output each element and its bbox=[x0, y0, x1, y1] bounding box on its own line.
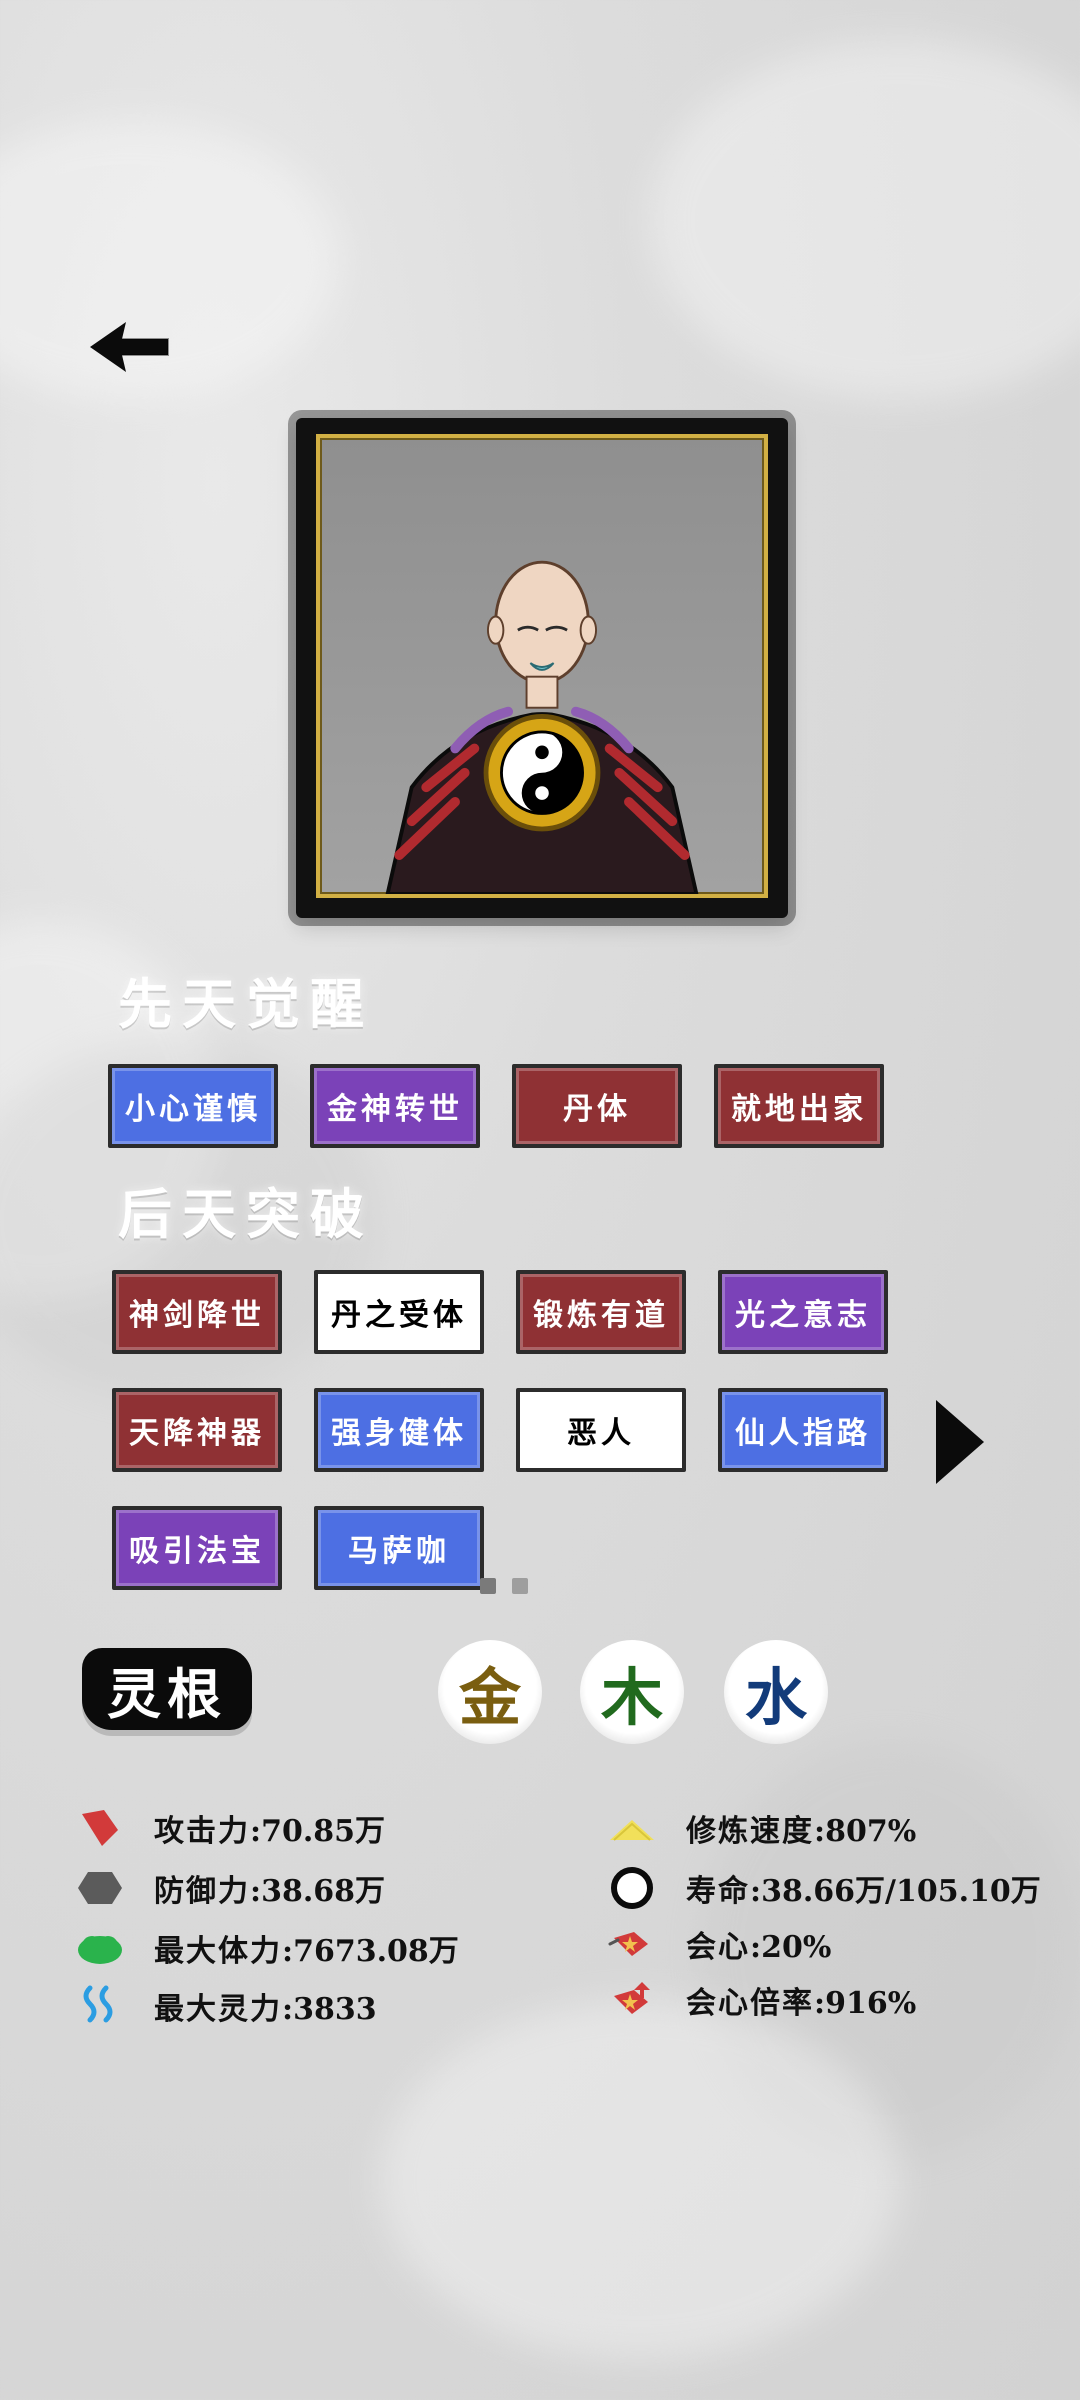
stat-critical-value: :20% bbox=[750, 1930, 832, 1965]
stat-attack-label: 攻击力 bbox=[154, 1814, 250, 1849]
trait-label: 小心谨慎 bbox=[125, 1092, 261, 1127]
lingen-badge: 灵根 bbox=[82, 1648, 252, 1730]
stat-max-health-text: 最大体力:7673.08万 bbox=[154, 1926, 459, 1970]
innate-trait[interactable]: 丹体 bbox=[512, 1064, 682, 1148]
cultivation-speed-icon bbox=[604, 1800, 660, 1856]
stat-critical-multiplier-value: :916% bbox=[814, 1986, 917, 2021]
acquired-trait[interactable]: 光之意志 bbox=[718, 1270, 888, 1354]
trait-label: 强身健体 bbox=[331, 1416, 467, 1451]
trait-label: 吸引法宝 bbox=[129, 1534, 265, 1569]
trait-label: 恶人 bbox=[567, 1416, 635, 1451]
stat-lifespan-value: :38.66万/105.10万 bbox=[750, 1874, 1041, 1909]
stat-max-health-value: :7673.08万 bbox=[282, 1934, 459, 1969]
section-title-acquired: 后天突破 bbox=[118, 1182, 374, 1246]
stat-max-spirit-text: 最大灵力:3833 bbox=[154, 1984, 377, 2028]
stat-defense-value: :38.68万 bbox=[250, 1874, 386, 1909]
acquired-trait[interactable]: 神剑降世 bbox=[112, 1270, 282, 1354]
acquired-trait[interactable]: 恶人 bbox=[516, 1388, 686, 1472]
max-health-icon bbox=[72, 1920, 128, 1976]
element-metal-char: 金 bbox=[458, 1661, 521, 1734]
character-illustration bbox=[385, 560, 699, 894]
innate-trait[interactable]: 就地出家 bbox=[714, 1064, 884, 1148]
innate-trait[interactable]: 金神转世 bbox=[310, 1064, 480, 1148]
trait-label: 天降神器 bbox=[129, 1416, 265, 1451]
critical-icon bbox=[604, 1916, 660, 1972]
lingen-label: 灵根 bbox=[107, 1661, 227, 1726]
stat-attack-text: 攻击力:70.85万 bbox=[154, 1806, 385, 1850]
trait-label: 丹之受体 bbox=[331, 1298, 467, 1333]
stat-defense-label: 防御力 bbox=[154, 1874, 250, 1909]
pager-dots bbox=[480, 1578, 528, 1594]
trait-label: 马萨咖 bbox=[348, 1534, 450, 1569]
chevron-right-icon bbox=[936, 1400, 984, 1484]
element-wood-char: 木 bbox=[600, 1661, 663, 1734]
acquired-trait[interactable]: 吸引法宝 bbox=[112, 1506, 282, 1590]
stat-lifespan-text: 寿命:38.66万/105.10万 bbox=[686, 1866, 1041, 1910]
trait-label: 锻炼有道 bbox=[533, 1298, 669, 1333]
stat-lifespan: 寿命:38.66万/105.10万 bbox=[604, 1860, 1041, 1916]
stat-attack-value: :70.85万 bbox=[250, 1814, 386, 1849]
stat-max-spirit-label: 最大灵力 bbox=[154, 1992, 282, 2027]
trait-label: 丹体 bbox=[563, 1092, 631, 1127]
acquired-trait[interactable]: 天降神器 bbox=[112, 1388, 282, 1472]
stat-max-health-label: 最大体力 bbox=[154, 1934, 282, 1969]
pager-dot-2 bbox=[512, 1578, 528, 1594]
back-arrow-icon bbox=[90, 322, 169, 372]
stat-critical-text: 会心:20% bbox=[686, 1922, 831, 1966]
section-title-innate: 先天觉醒 bbox=[118, 972, 374, 1036]
stat-defense-text: 防御力:38.68万 bbox=[154, 1866, 385, 1910]
character-portrait-frame bbox=[296, 418, 788, 918]
stat-cultivation-speed-label: 修炼速度 bbox=[686, 1814, 814, 1849]
element-orb-metal: 金 bbox=[438, 1640, 542, 1744]
trait-label: 光之意志 bbox=[735, 1298, 871, 1333]
back-button[interactable] bbox=[82, 312, 172, 382]
stat-critical: 会心:20% bbox=[604, 1916, 831, 1972]
trait-label: 金神转世 bbox=[327, 1092, 463, 1127]
stat-cultivation-speed: 修炼速度:807% bbox=[604, 1800, 916, 1856]
trait-label: 就地出家 bbox=[731, 1092, 867, 1127]
stat-max-health: 最大体力:7673.08万 bbox=[72, 1920, 459, 1976]
attack-icon bbox=[72, 1800, 128, 1856]
stat-lifespan-label: 寿命 bbox=[686, 1874, 750, 1909]
element-orb-wood: 木 bbox=[580, 1640, 684, 1744]
max-spirit-icon bbox=[72, 1978, 128, 2034]
stat-critical-multiplier-text: 会心倍率:916% bbox=[686, 1978, 916, 2022]
stat-critical-label: 会心 bbox=[686, 1930, 750, 1965]
stat-attack: 攻击力:70.85万 bbox=[72, 1800, 385, 1856]
innate-trait[interactable]: 小心谨慎 bbox=[108, 1064, 278, 1148]
critical-multiplier-icon bbox=[604, 1972, 660, 2028]
background-cloud bbox=[380, 2000, 900, 2360]
trait-label: 仙人指路 bbox=[735, 1416, 871, 1451]
stat-max-spirit-value: :3833 bbox=[282, 1992, 377, 2027]
next-page-button[interactable] bbox=[930, 1392, 990, 1492]
stat-critical-multiplier: 会心倍率:916% bbox=[604, 1972, 916, 2028]
element-water-char: 水 bbox=[744, 1661, 807, 1734]
acquired-trait[interactable]: 马萨咖 bbox=[314, 1506, 484, 1590]
trait-label: 神剑降世 bbox=[129, 1298, 265, 1333]
stat-max-spirit: 最大灵力:3833 bbox=[72, 1978, 377, 2034]
character-portrait bbox=[316, 434, 768, 898]
acquired-trait[interactable]: 丹之受体 bbox=[314, 1270, 484, 1354]
defense-icon bbox=[72, 1860, 128, 1916]
acquired-trait[interactable]: 锻炼有道 bbox=[516, 1270, 686, 1354]
lifespan-icon bbox=[604, 1860, 660, 1916]
acquired-trait[interactable]: 强身健体 bbox=[314, 1388, 484, 1472]
background-cloud bbox=[650, 40, 1080, 400]
acquired-trait[interactable]: 仙人指路 bbox=[718, 1388, 888, 1472]
element-orb-water: 水 bbox=[724, 1640, 828, 1744]
stat-critical-multiplier-label: 会心倍率 bbox=[686, 1986, 814, 2021]
stat-defense: 防御力:38.68万 bbox=[72, 1860, 385, 1916]
stat-cultivation-speed-text: 修炼速度:807% bbox=[686, 1806, 916, 1850]
stat-cultivation-speed-value: :807% bbox=[814, 1814, 917, 1849]
pager-dot-1 bbox=[480, 1578, 496, 1594]
